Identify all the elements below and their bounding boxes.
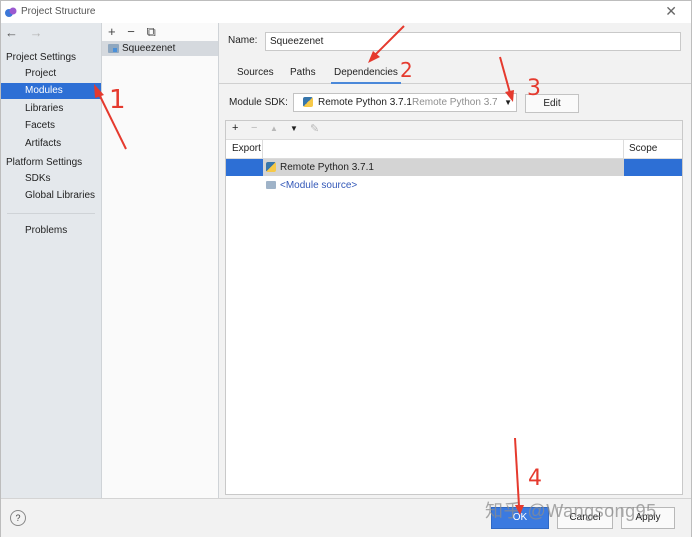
- section-heading-platform-settings: Platform Settings: [6, 157, 83, 168]
- dependency-row-module-source[interactable]: <Module source>: [226, 177, 682, 194]
- sdk-selected-value: Remote Python 3.7.1: [318, 97, 412, 108]
- chevron-down-icon: ▼: [504, 98, 512, 107]
- sidebar-divider: [7, 213, 95, 214]
- column-header-export[interactable]: Export: [232, 143, 261, 154]
- settings-sidebar: ← → Project Settings Project Modules Lib…: [1, 23, 102, 498]
- module-folder-icon: [108, 44, 119, 53]
- sidebar-item-artifacts[interactable]: Artifacts: [1, 136, 101, 152]
- column-divider: [623, 140, 624, 158]
- module-name-field[interactable]: Squeezenet: [265, 32, 681, 51]
- add-dependency-icon[interactable]: +: [232, 122, 238, 134]
- scope-cell: [624, 159, 682, 176]
- intellij-app-icon: [5, 7, 17, 17]
- sidebar-item-modules[interactable]: Modules: [1, 83, 101, 99]
- module-sdk-select[interactable]: Remote Python 3.7.1 Remote Python 3.7.1 …: [293, 93, 517, 112]
- dependencies-table: + − ▲ ▼ ✎ Export Scope Remote Python 3.7…: [225, 120, 683, 495]
- remove-module-icon[interactable]: −: [127, 24, 135, 39]
- annotation-number-4: 4: [528, 466, 542, 491]
- sidebar-item-libraries[interactable]: Libraries: [1, 101, 101, 117]
- dependency-label: <Module source>: [280, 180, 358, 191]
- forward-arrow-icon[interactable]: →: [30, 25, 43, 40]
- window-title: Project Structure: [21, 6, 96, 17]
- project-structure-window: Project Structure ✕ ← → Project Settings…: [0, 0, 692, 537]
- sidebar-item-global-libraries[interactable]: Global Libraries: [1, 188, 101, 204]
- title-bar: Project Structure ✕: [1, 1, 691, 23]
- module-sdk-label: Module SDK:: [229, 97, 288, 108]
- tab-paths[interactable]: Paths: [290, 66, 316, 82]
- python-icon: [303, 97, 313, 107]
- name-label: Name:: [228, 35, 258, 46]
- sidebar-item-project[interactable]: Project: [1, 66, 101, 82]
- tab-sources[interactable]: Sources: [237, 66, 274, 82]
- move-down-icon[interactable]: ▼: [290, 124, 298, 133]
- section-heading-project-settings: Project Settings: [6, 52, 77, 63]
- source-folder-icon: [266, 181, 276, 189]
- help-icon[interactable]: ?: [10, 510, 26, 526]
- sdk-value-detail: Remote Python 3.7.1: [412, 97, 497, 108]
- column-divider: [262, 140, 263, 158]
- module-tabs: Sources Paths Dependencies: [219, 63, 691, 84]
- module-item-squeezenet[interactable]: Squeezenet: [102, 41, 218, 56]
- edit-dependency-icon[interactable]: ✎: [310, 122, 319, 135]
- column-header-scope[interactable]: Scope: [629, 143, 657, 154]
- move-up-icon[interactable]: ▲: [270, 124, 278, 133]
- add-module-icon[interactable]: +: [108, 24, 116, 39]
- tab-dependencies[interactable]: Dependencies: [331, 66, 401, 84]
- module-detail-panel: Name: Squeezenet Sources Paths Dependenc…: [219, 23, 691, 498]
- python-icon: [266, 162, 276, 172]
- copy-module-icon[interactable]: ⧉: [146, 24, 155, 39]
- export-cell: [226, 159, 263, 176]
- module-toolbar: + − ⧉: [108, 24, 164, 40]
- dependencies-toolbar: + − ▲ ▼ ✎: [226, 121, 682, 140]
- close-icon[interactable]: ✕: [665, 3, 677, 20]
- annotation-number-2: 2: [400, 58, 413, 82]
- watermark: 知乎 @Wangsong95: [485, 501, 657, 521]
- nav-arrows: ← →: [5, 25, 51, 40]
- dependency-label: Remote Python 3.7.1: [280, 162, 374, 173]
- dependencies-header: Export Scope: [226, 140, 682, 159]
- annotation-number-3: 3: [527, 76, 541, 101]
- sidebar-item-sdks[interactable]: SDKs: [1, 171, 101, 187]
- annotation-number-1: 1: [109, 85, 126, 115]
- dependency-row-sdk[interactable]: Remote Python 3.7.1: [226, 159, 682, 176]
- sidebar-item-facets[interactable]: Facets: [1, 118, 101, 134]
- sidebar-item-problems[interactable]: Problems: [1, 223, 101, 239]
- remove-dependency-icon[interactable]: −: [251, 122, 257, 134]
- module-item-label: Squeezenet: [122, 43, 176, 54]
- back-arrow-icon[interactable]: ←: [5, 25, 18, 40]
